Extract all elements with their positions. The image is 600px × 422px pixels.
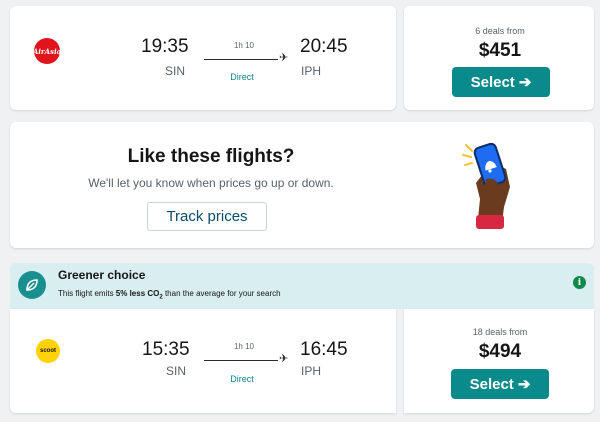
deals-count: 18 deals from [472, 327, 528, 337]
track-prices-button[interactable]: Track prices [147, 202, 267, 231]
greener-text: This flight emits 5% less CO2 than the a… [58, 289, 281, 301]
airline-logo-text: scoot [39, 348, 56, 354]
flight-duration: 1h 10 [233, 342, 255, 351]
arrive-time: 16:45 [300, 339, 348, 360]
flight-stops: Direct [230, 374, 254, 384]
depart-airport: SIN [166, 364, 187, 378]
plane-icon: ✈ [279, 52, 289, 64]
track-title: Like these flights? [127, 146, 295, 167]
select-button[interactable]: Select ➔ [451, 369, 549, 399]
hand-phone-bell-icon [462, 142, 510, 229]
arrow-right-icon: ➔ [518, 74, 532, 91]
scoot-logo: scoot [36, 339, 60, 363]
flight-duration: 1h 10 [233, 41, 255, 50]
flight-price: $494 [478, 341, 522, 362]
greener-title: Greener choice [58, 268, 146, 282]
select-button[interactable]: Select ➔ [452, 67, 550, 97]
plane-icon: ✈ [279, 353, 289, 365]
airasia-logo: AirAsia [32, 38, 62, 64]
select-button-label: Select [470, 73, 515, 91]
flight-card-1-main[interactable] [10, 6, 396, 110]
leaf-icon [18, 271, 46, 299]
flight-price: $451 [478, 40, 522, 61]
select-button-label: Select [469, 375, 514, 393]
arrive-time: 20:45 [300, 36, 348, 57]
arrive-airport: IPH [301, 64, 322, 78]
route-line [204, 360, 278, 361]
deals-count: 6 deals from [475, 26, 525, 36]
depart-airport: SIN [165, 64, 186, 78]
info-icon[interactable]: i [573, 276, 586, 289]
flight-stops: Direct [230, 72, 254, 82]
route-line [204, 59, 278, 60]
depart-time: 15:35 [142, 339, 190, 360]
greener-text-before: This flight emits [58, 289, 116, 298]
depart-time: 19:35 [141, 36, 189, 57]
track-subtitle: We'll let you know when prices go up or … [88, 176, 334, 190]
arrow-right-icon: ➔ [517, 376, 531, 393]
greener-text-after: than the average for your search [162, 289, 281, 298]
flight-card-2-main[interactable] [10, 309, 396, 413]
airline-logo-text: AirAsia [32, 46, 62, 56]
arrive-airport: IPH [301, 364, 322, 378]
greener-text-bold: 5% less CO [115, 289, 160, 298]
